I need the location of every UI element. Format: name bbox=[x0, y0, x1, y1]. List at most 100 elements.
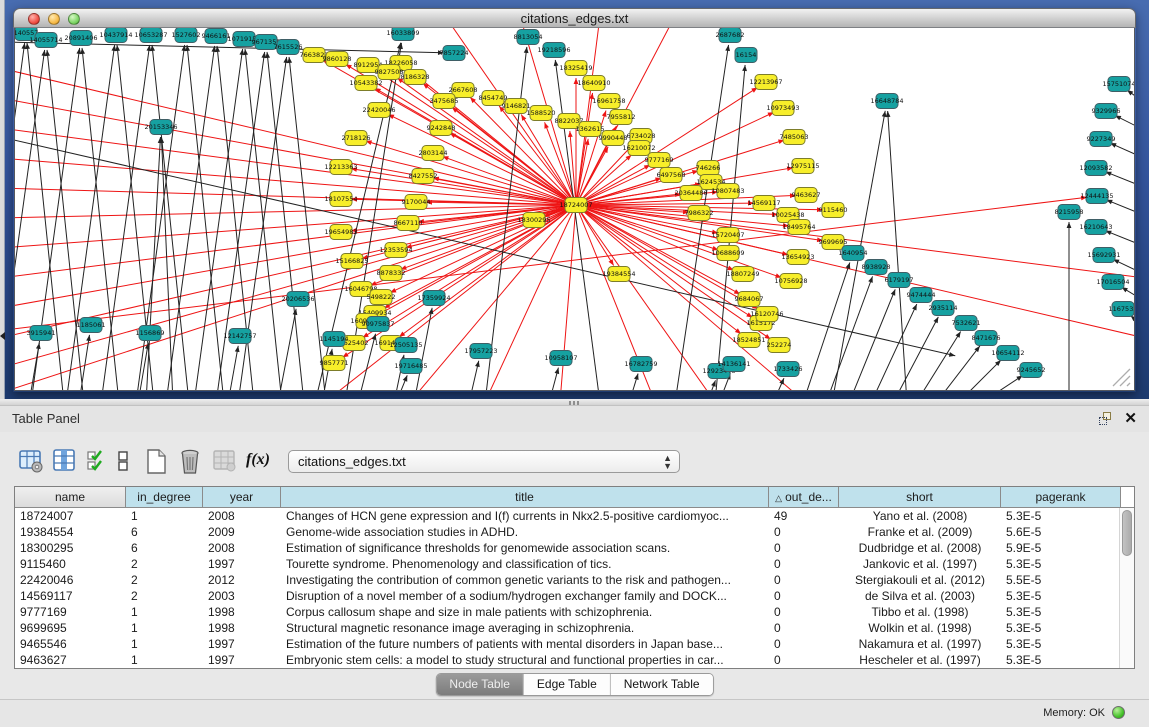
graph-node[interactable]: 10437914 bbox=[99, 28, 132, 43]
graph-node[interactable]: 17016504 bbox=[1096, 275, 1129, 290]
graph-node[interactable]: 18325419 bbox=[559, 61, 592, 76]
graph-node[interactable]: 12213967 bbox=[749, 75, 782, 90]
graph-node[interactable]: 10653287 bbox=[134, 28, 167, 43]
graph-node[interactable]: 7485063 bbox=[780, 130, 809, 145]
network-table-select[interactable]: citations_edges.txt ▲▼ bbox=[288, 450, 680, 473]
graph-node[interactable]: 9474444 bbox=[907, 288, 936, 303]
float-panel-icon[interactable] bbox=[1099, 412, 1113, 426]
graph-node[interactable]: 9860128 bbox=[323, 52, 352, 67]
graph-node[interactable]: 1588520 bbox=[527, 106, 556, 121]
graph-node[interactable]: 9684067 bbox=[735, 292, 764, 307]
graph-node[interactable]: 13654923 bbox=[781, 250, 814, 265]
graph-node[interactable]: 19218596 bbox=[537, 43, 570, 58]
graph-node[interactable]: 2803144 bbox=[419, 146, 448, 161]
memory-status-indicator[interactable] bbox=[1112, 706, 1125, 719]
graph-node[interactable]: 7955812 bbox=[607, 110, 636, 125]
column-header-in_degree[interactable]: in_degree bbox=[126, 487, 203, 507]
graph-node[interactable]: 1640954 bbox=[839, 246, 868, 261]
graph-node[interactable]: 16782759 bbox=[624, 357, 657, 372]
table-row[interactable]: 1938455462009Genome-wide association stu… bbox=[15, 524, 1134, 540]
graph-node[interactable]: 1185061 bbox=[77, 318, 106, 333]
graph-node[interactable]: 9227349 bbox=[1087, 132, 1116, 147]
split-divider[interactable] bbox=[0, 399, 1149, 406]
graph-node[interactable]: 12975115 bbox=[786, 159, 819, 174]
table-settings-icon[interactable] bbox=[18, 448, 44, 474]
column-header-pagerank[interactable]: pagerank bbox=[1001, 487, 1121, 507]
graph-node[interactable]: 8878332 bbox=[377, 266, 406, 281]
graph-node[interactable]: 7615526 bbox=[274, 40, 303, 55]
table-row[interactable]: 946362711997Embryonic stem cells: a mode… bbox=[15, 652, 1134, 668]
graph-node[interactable]: 8938928 bbox=[862, 260, 891, 275]
select-mode-icon[interactable] bbox=[86, 448, 106, 474]
graph-node[interactable]: 10654112 bbox=[991, 346, 1024, 361]
function-builder-icon[interactable]: f(x) bbox=[246, 448, 270, 474]
graph-node[interactable]: 19384554 bbox=[602, 267, 635, 282]
graph-node[interactable]: 16154 bbox=[735, 48, 757, 63]
graph-node[interactable]: 7986322 bbox=[685, 206, 714, 221]
graph-node[interactable]: 1167533 bbox=[1109, 302, 1135, 317]
splitpane-collapse-icon[interactable] bbox=[0, 332, 5, 340]
graph-node[interactable]: 1527602 bbox=[172, 28, 201, 43]
network-canvas[interactable]: 1872400718300295193845547663822986012889… bbox=[14, 28, 1135, 391]
close-panel-icon[interactable]: ✕ bbox=[1124, 409, 1137, 427]
new-table-icon[interactable] bbox=[144, 448, 168, 474]
table-vertical-scrollbar[interactable] bbox=[1119, 508, 1134, 668]
graph-node[interactable]: 746266 bbox=[696, 161, 721, 176]
graph-node[interactable]: 9242848 bbox=[427, 121, 456, 136]
graph-node[interactable]: 3915941 bbox=[27, 326, 56, 341]
graph-node[interactable]: 20206536 bbox=[281, 292, 314, 307]
graph-node[interactable]: 2718126 bbox=[342, 131, 371, 146]
graph-node[interactable]: 10688609 bbox=[711, 246, 744, 261]
graph-node[interactable]: 8427552 bbox=[409, 169, 438, 184]
graph-node[interactable]: 1145194 bbox=[320, 332, 349, 347]
window-resize-grip[interactable] bbox=[1109, 365, 1131, 387]
graph-node[interactable]: 1156869 bbox=[136, 326, 165, 341]
scrollbar-thumb[interactable] bbox=[1122, 510, 1132, 556]
split-divider-grip-icon[interactable] bbox=[569, 401, 579, 405]
delete-table-icon[interactable] bbox=[178, 448, 202, 474]
graph-node[interactable]: 9115460 bbox=[819, 203, 848, 218]
row-height-icon[interactable] bbox=[116, 448, 130, 474]
column-header-out_de[interactable]: △out_de... bbox=[769, 487, 839, 507]
graph-node[interactable]: 8813054 bbox=[514, 30, 543, 45]
graph-node[interactable]: 7857224 bbox=[440, 46, 469, 61]
graph-node[interactable]: 9827508 bbox=[375, 65, 404, 80]
graph-node[interactable]: 2687682 bbox=[716, 28, 745, 43]
graph-node[interactable]: 6497568 bbox=[657, 168, 686, 183]
graph-node[interactable]: 9170044 bbox=[402, 195, 431, 210]
graph-node[interactable]: 18524851 bbox=[732, 333, 765, 348]
graph-node[interactable]: 18107554 bbox=[324, 192, 357, 207]
graph-node[interactable]: 8215958 bbox=[1055, 205, 1084, 220]
graph-node[interactable]: 1733426 bbox=[774, 362, 803, 377]
table-row[interactable]: 2242004622012Investigating the contribut… bbox=[15, 572, 1134, 588]
graph-node[interactable]: 8667110 bbox=[394, 216, 423, 231]
graph-node[interactable]: 10756928 bbox=[774, 274, 807, 289]
graph-node[interactable]: 16961758 bbox=[592, 94, 625, 109]
graph-node[interactable]: 9329966 bbox=[1092, 104, 1121, 119]
graph-node[interactable]: 19654983 bbox=[324, 225, 357, 240]
graph-node[interactable]: 16033809 bbox=[386, 28, 419, 41]
graph-node[interactable]: 9466161 bbox=[202, 29, 231, 44]
table-row[interactable]: 1872400712008Changes of HCN gene express… bbox=[15, 508, 1134, 524]
table-row[interactable]: 1456911722003Disruption of a novel membe… bbox=[15, 588, 1134, 604]
column-header-name[interactable]: name bbox=[15, 487, 126, 507]
table-row[interactable]: 911546021997Tourette syndrome. Phenomeno… bbox=[15, 556, 1134, 572]
table-row[interactable]: 1830029562008Estimation of significance … bbox=[15, 540, 1134, 556]
graph-node[interactable]: 16648784 bbox=[870, 94, 903, 109]
column-header-year[interactable]: year bbox=[203, 487, 281, 507]
table-row[interactable]: 969969511998Structural magnetic resonanc… bbox=[15, 620, 1134, 636]
graph-node[interactable]: 10958107 bbox=[544, 351, 577, 366]
column-header-title[interactable]: title bbox=[281, 487, 769, 507]
graph-node[interactable]: 3475685 bbox=[430, 94, 459, 109]
graph-node[interactable]: 17957223 bbox=[464, 344, 497, 359]
graph-node[interactable]: 5498222 bbox=[367, 290, 396, 305]
graph-node[interactable]: 252274 bbox=[767, 338, 792, 353]
tab-edge-table[interactable]: Edge Table bbox=[524, 674, 611, 695]
graph-node[interactable]: 9777169 bbox=[645, 153, 674, 168]
graph-node[interactable]: 19716485 bbox=[394, 359, 427, 374]
graph-node[interactable]: 6179197 bbox=[885, 273, 914, 288]
tab-node-table[interactable]: Node Table bbox=[436, 674, 524, 695]
graph-node[interactable]: 9857771 bbox=[320, 356, 349, 371]
graph-node[interactable]: 15751074 bbox=[1102, 77, 1135, 92]
column-header-short[interactable]: short bbox=[839, 487, 1001, 507]
